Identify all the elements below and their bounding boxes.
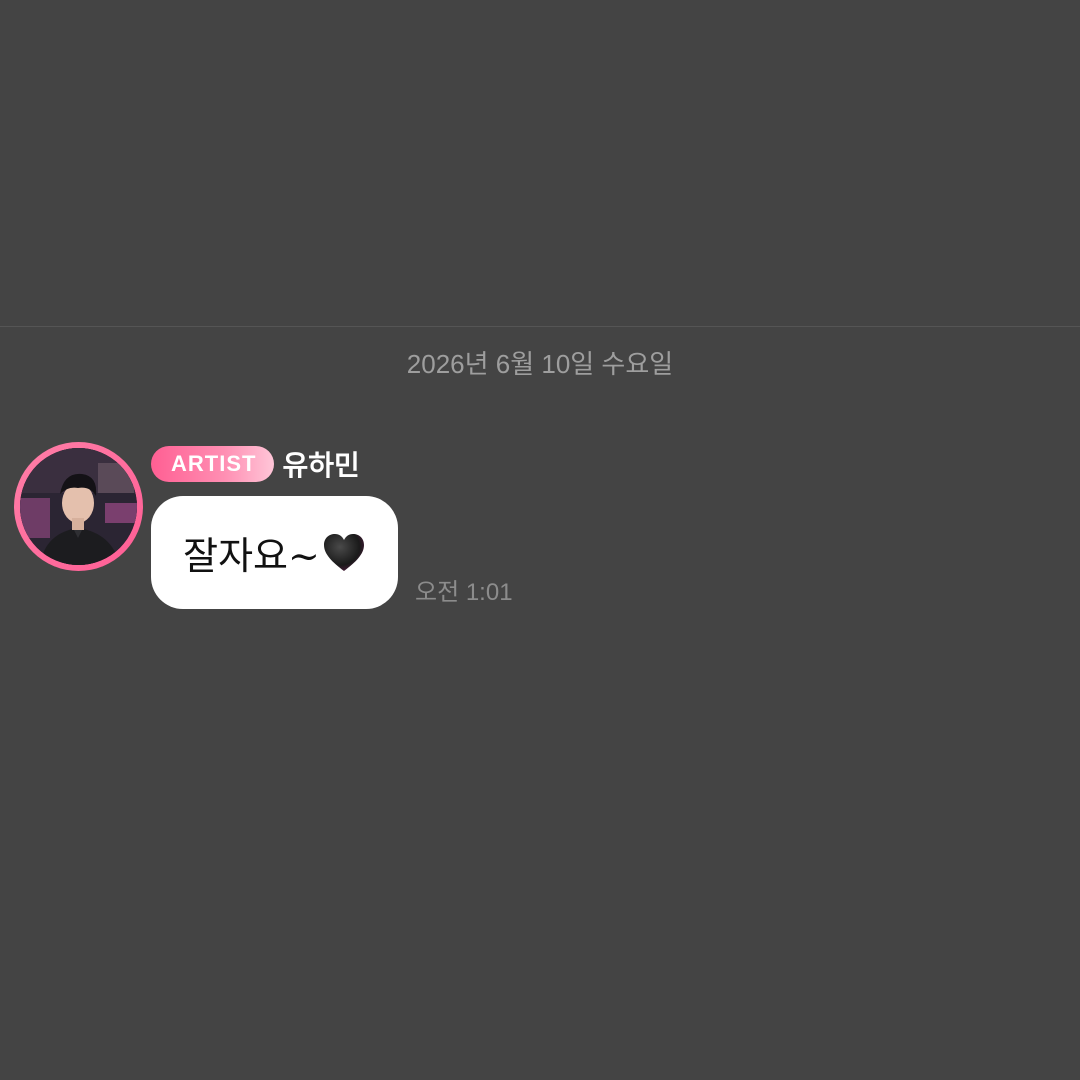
sender-row: ARTIST 유하민: [151, 445, 360, 483]
message-text: 잘자요~: [183, 534, 320, 578]
sender-name[interactable]: 유하민: [282, 444, 359, 484]
avatar-portrait-icon: [20, 448, 137, 565]
message-content: 잘자요~: [183, 525, 366, 580]
top-divider: [0, 326, 1080, 327]
date-separator: 2026년 6월 10일 수요일: [406, 349, 674, 379]
artist-badge: ARTIST: [151, 446, 275, 482]
message-timestamp: 오전 1:01: [415, 579, 513, 606]
black-heart-icon: [322, 533, 366, 573]
avatar-image: [20, 448, 137, 565]
message-bubble[interactable]: 잘자요~: [151, 496, 398, 609]
avatar[interactable]: [14, 442, 143, 571]
chat-screen: 2026년 6월 10일 수요일 ARTIST 유하민 잘자요~ 오전 1:01: [0, 0, 1080, 1080]
